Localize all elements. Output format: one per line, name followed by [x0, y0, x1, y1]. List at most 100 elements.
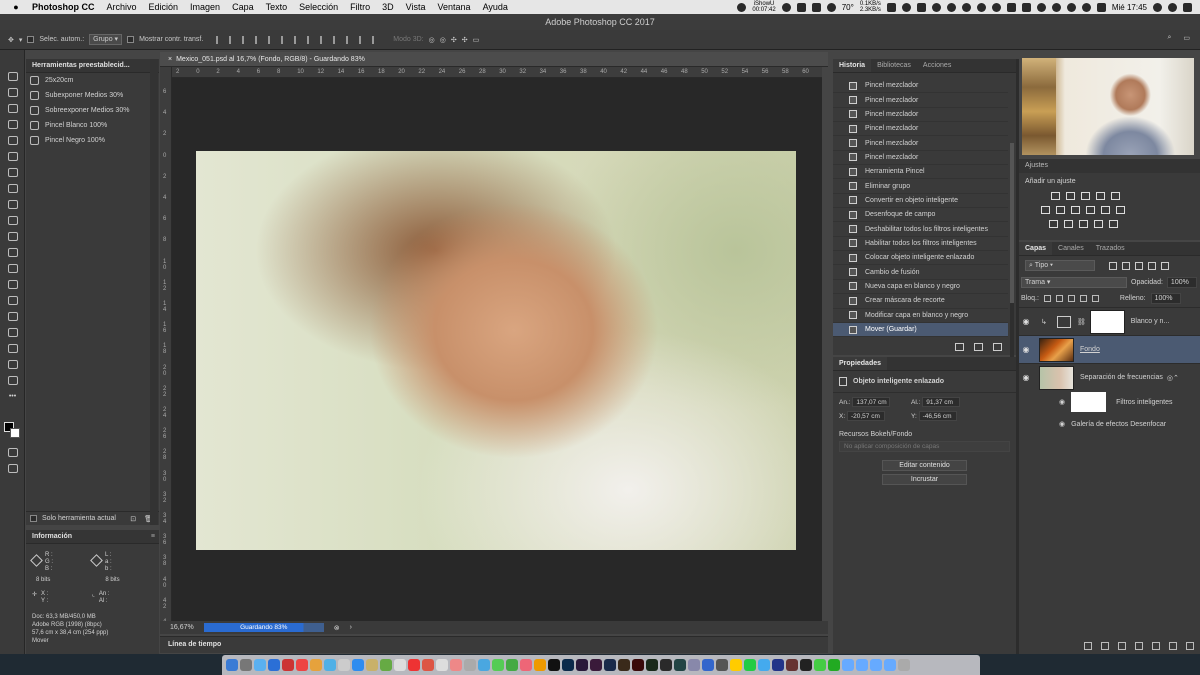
- visibility-eye-icon[interactable]: ◉: [1019, 373, 1033, 382]
- siri-icon[interactable]: [1168, 2, 1177, 12]
- align-hcenter-icon[interactable]: [268, 35, 276, 44]
- lock-pixels-icon[interactable]: [1055, 295, 1063, 302]
- width-field[interactable]: 137,07 cm: [852, 397, 891, 407]
- cloud-icon[interactable]: [946, 2, 956, 12]
- layer-thumbnail[interactable]: [1039, 337, 1074, 362]
- x-field[interactable]: -20,57 cm: [846, 411, 885, 421]
- dock-app-icon[interactable]: [408, 659, 420, 671]
- dock-app-icon[interactable]: [492, 659, 504, 671]
- collapse-arrow-icon[interactable]: ⌃: [1173, 374, 1179, 382]
- dock-app-icon[interactable]: [814, 659, 826, 671]
- history-item[interactable]: Pincel mezclador: [833, 108, 1008, 123]
- new-document-from-state-icon[interactable]: [955, 343, 964, 351]
- curves-icon[interactable]: [1081, 192, 1090, 200]
- shape-filter-icon[interactable]: [1148, 261, 1156, 270]
- menu-seleccion[interactable]: Selección: [299, 2, 338, 12]
- adobe-cc-icon[interactable]: [961, 2, 971, 12]
- dock-app-icon[interactable]: [366, 659, 378, 671]
- exposure-icon[interactable]: [1096, 192, 1105, 200]
- more-tools-button[interactable]: •••: [0, 388, 25, 404]
- app-menu[interactable]: Photoshop CC: [32, 2, 95, 12]
- menu-imagen[interactable]: Imagen: [190, 2, 220, 12]
- dock-app-icon[interactable]: [506, 659, 518, 671]
- notification-center-icon[interactable]: [1183, 2, 1192, 12]
- visibility-eye-icon[interactable]: ◉: [1059, 398, 1065, 406]
- tab-trazados[interactable]: Trazados: [1090, 242, 1131, 255]
- vertical-ruler[interactable]: 6 4 2 0 2 4 6 8 1 0 1 2 1 4 1 6 1 8 2 0 2 2 2 4 2 6 2 8 3 …: [160, 67, 172, 631]
- brightness-icon[interactable]: [1051, 192, 1060, 200]
- dock-app-icon[interactable]: [898, 659, 910, 671]
- shape-tool-button[interactable]: [0, 340, 25, 356]
- tab-historia[interactable]: Historia: [833, 59, 872, 72]
- dock-app-icon[interactable]: [240, 659, 252, 671]
- cancel-save-icon[interactable]: ⊗: [334, 624, 340, 632]
- dock-app-icon[interactable]: [296, 659, 308, 671]
- dock-app-icon[interactable]: [254, 659, 266, 671]
- height-field[interactable]: 91,37 cm: [922, 397, 961, 407]
- dock-app-icon[interactable]: [716, 659, 728, 671]
- move-tool-icon[interactable]: ✥: [8, 36, 14, 44]
- pixel-filter-icon[interactable]: [1109, 261, 1117, 270]
- camera-icon[interactable]: [737, 2, 747, 12]
- background-color-swatch[interactable]: [10, 428, 20, 438]
- scroll-thumb[interactable]: [1010, 143, 1014, 303]
- healing-tool-button[interactable]: [0, 164, 25, 180]
- new-layer-icon[interactable]: [1169, 642, 1177, 650]
- dock-app-icon[interactable]: [380, 659, 392, 671]
- blur-tool-button[interactable]: [0, 260, 25, 276]
- ishowu-status[interactable]: iShowU 00:07:42: [752, 1, 775, 13]
- menu-capa[interactable]: Capa: [232, 2, 254, 12]
- panel-menu-icon[interactable]: ≡: [151, 530, 155, 544]
- tab-ajustes[interactable]: Ajustes: [1019, 159, 1200, 173]
- align-bottom-icon[interactable]: [242, 35, 250, 44]
- align-right-icon[interactable]: [281, 35, 289, 44]
- dock-app-icon[interactable]: [226, 659, 238, 671]
- dock-app-icon[interactable]: [758, 659, 770, 671]
- posterize-icon[interactable]: [1064, 220, 1073, 228]
- adjustment-layer-icon[interactable]: [1135, 642, 1143, 650]
- crop-tool-button[interactable]: [0, 132, 25, 148]
- lock-transparency-icon[interactable]: [1043, 295, 1051, 302]
- dock-app-icon[interactable]: [870, 659, 882, 671]
- dock-app-icon[interactable]: [618, 659, 630, 671]
- smart-filters-row[interactable]: ◉ Filtros inteligentes: [1019, 391, 1200, 413]
- history-item[interactable]: Habilitar todos los filtros inteligentes: [833, 237, 1008, 252]
- selective-color-icon[interactable]: [1109, 220, 1118, 228]
- lock-position-icon[interactable]: [1067, 295, 1075, 302]
- apple-icon[interactable]: ●: [8, 2, 24, 12]
- history-item[interactable]: Mover (Guardar): [833, 322, 1008, 338]
- battery-icon[interactable]: [1096, 2, 1106, 12]
- clock[interactable]: Mié 17:45: [1112, 3, 1147, 12]
- add-mask-icon[interactable]: [1118, 642, 1126, 650]
- dock-app-icon[interactable]: [394, 659, 406, 671]
- grid-icon[interactable]: [796, 2, 806, 12]
- menu-archivo[interactable]: Archivo: [107, 2, 137, 12]
- lasso-tool-button[interactable]: [0, 100, 25, 116]
- type-filter-icon[interactable]: [1135, 261, 1143, 270]
- status-menu-arrow-icon[interactable]: ›: [350, 624, 352, 631]
- dock-app-icon[interactable]: [786, 659, 798, 671]
- orbit-3d-icon[interactable]: ◎: [429, 36, 435, 44]
- auto-select-dropdown[interactable]: Grupo ▾: [89, 34, 123, 45]
- fx-icon[interactable]: [1101, 642, 1109, 650]
- volume-icon[interactable]: [1081, 2, 1091, 12]
- visibility-eye-icon[interactable]: ◉: [1059, 420, 1065, 428]
- distribute-left-icon[interactable]: [333, 35, 341, 44]
- preset-item[interactable]: Pincel Negro 100%: [26, 133, 159, 148]
- tab-propiedades[interactable]: Propiedades: [833, 357, 888, 370]
- dock-app-icon[interactable]: [688, 659, 700, 671]
- dock-app-icon[interactable]: [646, 659, 658, 671]
- tab-canales[interactable]: Canales: [1052, 242, 1090, 255]
- snapshot-camera-icon[interactable]: [974, 343, 983, 351]
- vibrance-icon[interactable]: [1111, 192, 1120, 200]
- new-group-icon[interactable]: [1152, 642, 1160, 650]
- shield-icon[interactable]: [976, 2, 986, 12]
- tool-presets-tab[interactable]: Herramientas preestablecid...≡: [26, 59, 159, 73]
- dodge-tool-button[interactable]: [0, 276, 25, 292]
- history-brush-tool-button[interactable]: [0, 212, 25, 228]
- tab-bibliotecas[interactable]: Bibliotecas: [871, 59, 917, 72]
- dock-app-icon[interactable]: [744, 659, 756, 671]
- marquee-tool-button[interactable]: [0, 84, 25, 100]
- current-tool-only-checkbox[interactable]: [30, 515, 37, 522]
- app-indicator-icon[interactable]: [1021, 2, 1031, 12]
